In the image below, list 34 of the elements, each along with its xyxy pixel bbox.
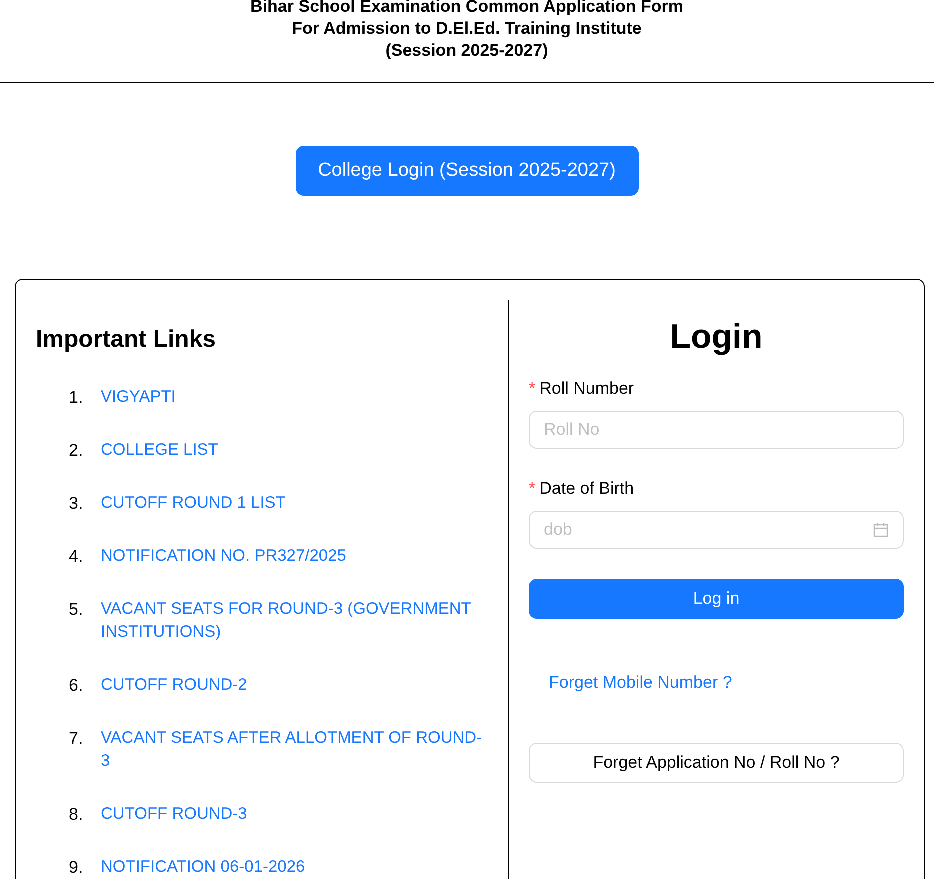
link[interactable]: VIGYAPTI	[101, 386, 491, 409]
link[interactable]: NOTIFICATION 06-01-2026	[101, 856, 491, 879]
link[interactable]: COLLEGE LIST	[101, 439, 491, 462]
list-number: 1.	[69, 387, 84, 409]
login-heading: Login	[669, 318, 764, 357]
date-field[interactable]: dob	[529, 511, 904, 549]
list-number: 9.	[69, 857, 84, 879]
required-mark: *	[529, 379, 536, 399]
list-number: 6.	[69, 675, 84, 697]
link[interactable]: CUTOFF ROUND 1 LIST	[101, 492, 491, 515]
field-label: Roll Number	[540, 379, 634, 399]
link[interactable]: VACANT SEATS FOR ROUND-3 (GOVERNMENT INSTITUTIONS)	[101, 598, 491, 644]
field-label: Date of Birth	[540, 479, 634, 499]
list-number: 7.	[69, 728, 84, 750]
list-number: 8.	[69, 804, 84, 826]
link[interactable]: NOTIFICATION NO. PR327/2025	[101, 545, 491, 568]
login-button[interactable]: Log in	[529, 579, 904, 619]
college-login-button[interactable]: College Login (Session 2025-2027)	[296, 146, 638, 196]
page-title: For Admission to D.El.Ed. Training Institute	[292, 18, 642, 40]
link[interactable]: VACANT SEATS AFTER ALLOTMENT OF ROUND-3	[101, 727, 491, 773]
list-number: 2.	[69, 440, 84, 462]
link[interactable]: CUTOFF ROUND-2	[101, 674, 491, 697]
list-number: 4.	[69, 546, 84, 568]
forget-application-button[interactable]: Forget Application No / Roll No ?	[529, 743, 904, 783]
page-title: (Session 2025-2027)	[386, 40, 548, 62]
section-heading: Important Links	[36, 326, 218, 354]
forget-mobile-link[interactable]: Forget Mobile Number ?	[549, 673, 732, 693]
calendar-icon	[873, 522, 889, 538]
page-title: Bihar School Examination Common Application Form	[250, 0, 684, 18]
list-number: 3.	[69, 493, 84, 515]
link[interactable]: CUTOFF ROUND-3	[101, 803, 491, 826]
list-number: 5.	[69, 599, 84, 621]
input-field[interactable]: Roll No	[529, 411, 904, 449]
required-mark: *	[529, 479, 536, 499]
